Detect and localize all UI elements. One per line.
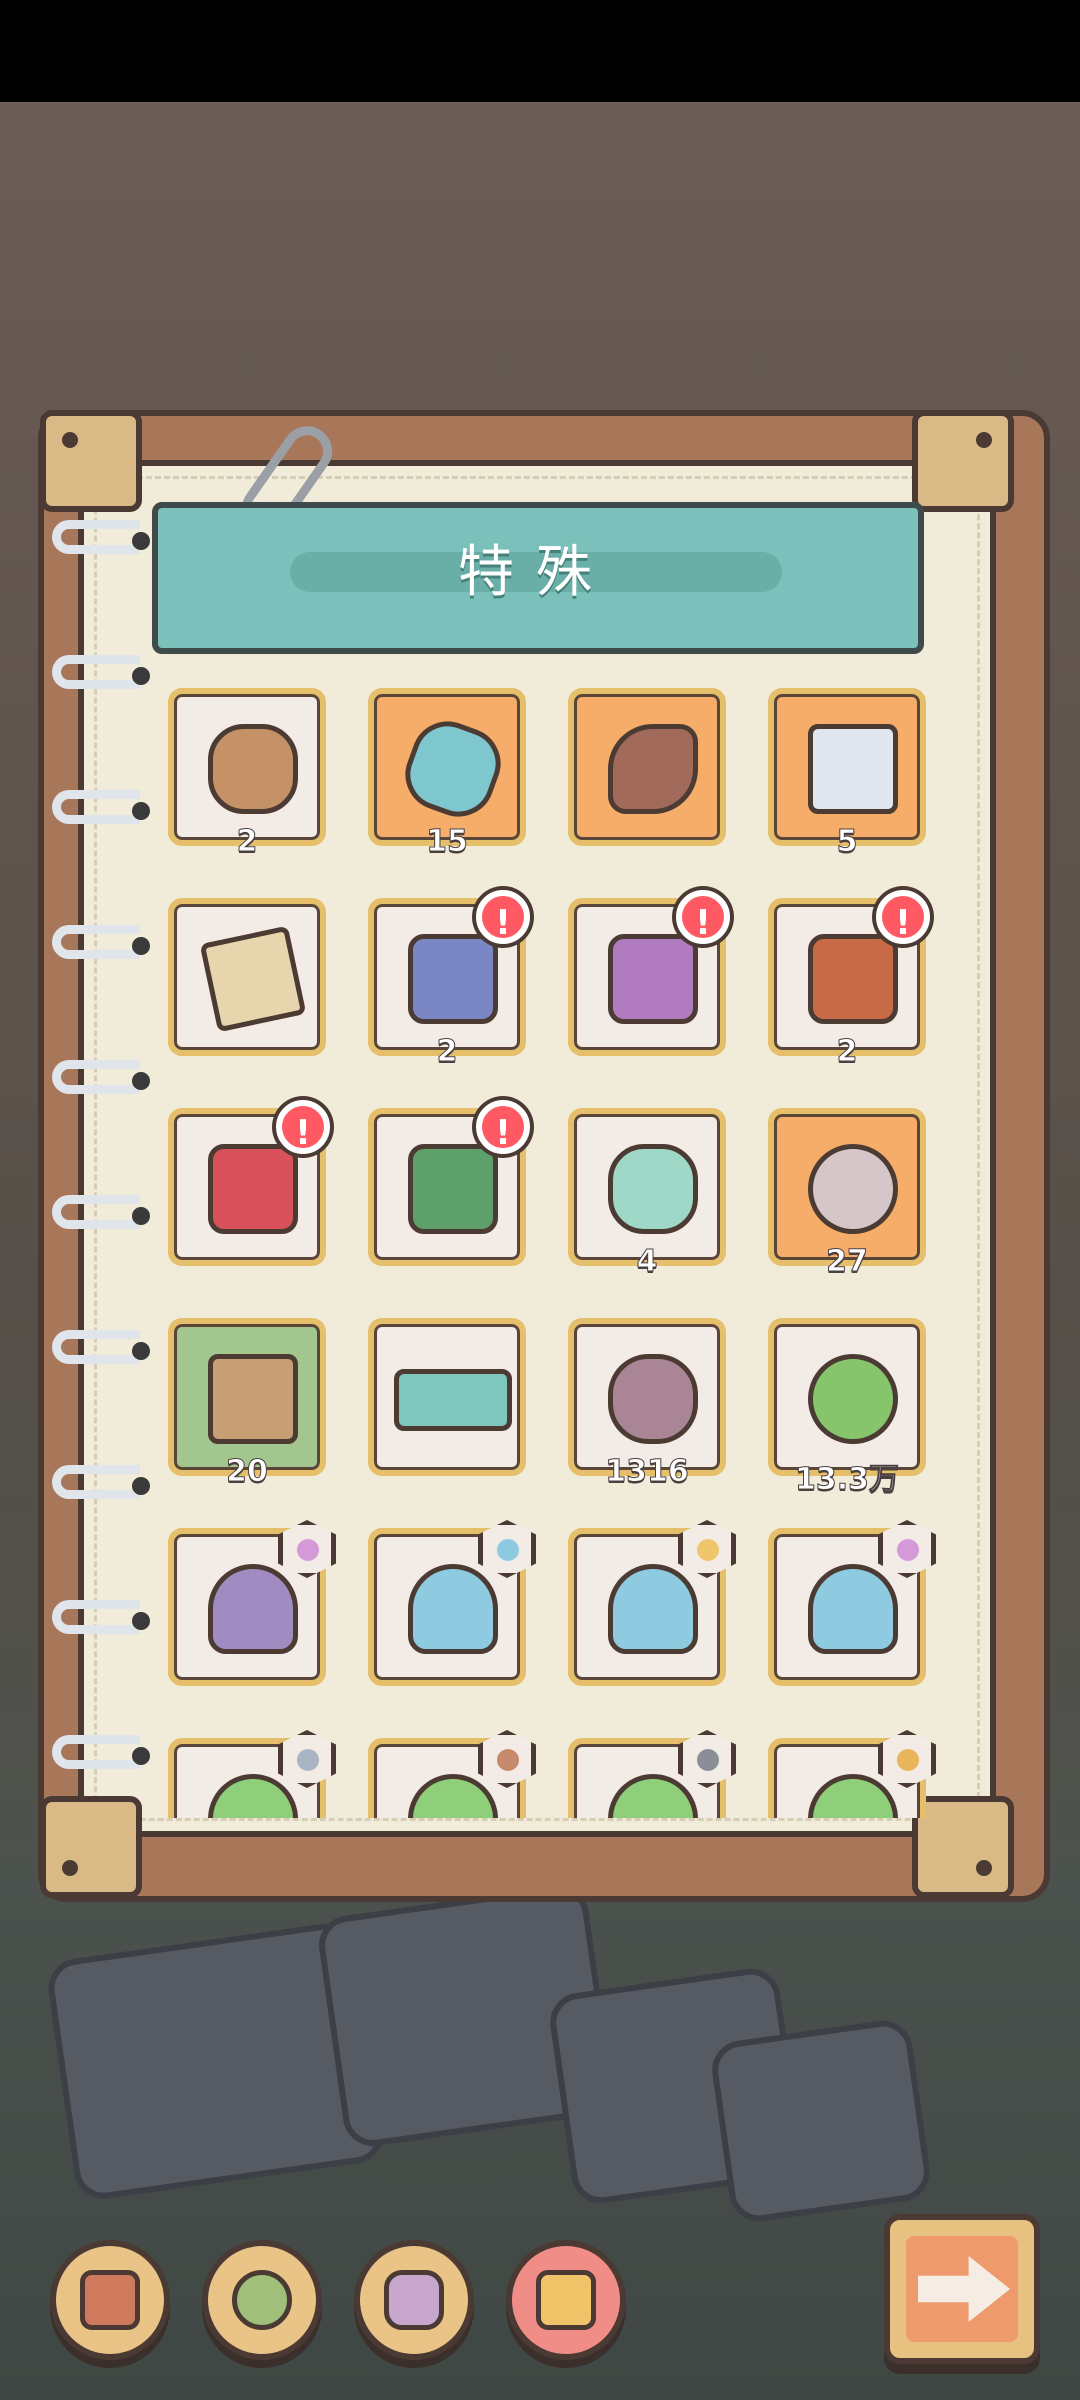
corner-bracket-bottom-left <box>40 1796 142 1898</box>
page-title: 特殊 <box>458 540 614 605</box>
green-blob-icon <box>408 1774 498 1818</box>
map-scroll-icon <box>199 925 307 1033</box>
alert-badge: ! <box>676 890 730 944</box>
item-slot[interactable] <box>768 1108 926 1266</box>
branch-icon <box>232 2270 292 2330</box>
binder-ring <box>52 1600 150 1634</box>
item-slot[interactable] <box>568 688 726 846</box>
item-slot[interactable] <box>168 1318 326 1476</box>
binder-ring <box>52 1060 150 1094</box>
next-arrow-button[interactable] <box>884 2214 1040 2364</box>
blue-mushroom-icon <box>608 1564 698 1654</box>
binder-ring <box>52 520 150 554</box>
item-count: 4 <box>636 1244 658 1280</box>
green-blob-icon <box>608 1774 698 1818</box>
binder-ring <box>52 1735 150 1769</box>
green-blob-icon <box>208 1774 298 1818</box>
alert-badge: ! <box>876 890 930 944</box>
lantern-jar-icon <box>608 1144 698 1234</box>
item-count: 2 <box>836 1034 858 1070</box>
mushroom-potion-icon <box>808 1354 898 1444</box>
rock <box>708 2016 934 2226</box>
robot-gadget-icon <box>395 711 511 827</box>
red-can-icon <box>208 1144 298 1234</box>
binder-ring <box>52 925 150 959</box>
item-slot[interactable] <box>568 1318 726 1476</box>
item-count: 27 <box>826 1244 869 1280</box>
binder-ring <box>52 790 150 824</box>
item-count: 20 <box>226 1454 269 1490</box>
binder-ring <box>52 655 150 689</box>
item-count: 5 <box>836 824 858 860</box>
binder-ring <box>52 1465 150 1499</box>
item-slot[interactable] <box>368 688 526 846</box>
item-count: 13.3万 <box>794 1462 900 1498</box>
blue-mushroom-icon <box>408 1564 498 1654</box>
alert-badge: ! <box>276 1100 330 1154</box>
item-slot[interactable] <box>768 1318 926 1476</box>
item-grid: 2 15 5 ! 2 ! ! 2 ! ! 4 27 20 1316 13.3万 <box>160 680 940 1818</box>
binder-ring <box>52 1195 150 1229</box>
plant-tab[interactable] <box>202 2240 322 2360</box>
backpack-tab[interactable] <box>50 2240 170 2360</box>
corner-bracket-top-left <box>40 410 142 512</box>
item-slot[interactable] <box>368 1318 526 1476</box>
binder-ring <box>52 1330 150 1364</box>
gear-tab[interactable] <box>354 2240 474 2360</box>
green-blob-icon <box>808 1774 898 1818</box>
status-bar <box>0 0 1080 102</box>
backpack-icon <box>80 2270 140 2330</box>
treasure-chest-icon <box>536 2270 596 2330</box>
poop-icon <box>208 724 298 814</box>
item-slot[interactable] <box>768 688 926 846</box>
orange-can-icon <box>808 934 898 1024</box>
item-slot[interactable] <box>568 1108 726 1266</box>
blue-can-icon <box>408 934 498 1024</box>
ticket-card-icon <box>394 1369 512 1431</box>
snack-bag-icon <box>808 724 898 814</box>
purple-mushroom-icon <box>208 1564 298 1654</box>
coin-pouch-icon <box>608 1354 698 1444</box>
item-count: 2 <box>236 824 258 860</box>
seed-bag-icon <box>208 1354 298 1444</box>
blue-mushroom-icon <box>808 1564 898 1654</box>
gear-skull-icon <box>384 2270 444 2330</box>
item-count: 2 <box>436 1034 458 1070</box>
chest-tab[interactable] <box>506 2240 626 2360</box>
spotted-orb-icon <box>808 1144 898 1234</box>
item-slot[interactable] <box>168 898 326 1056</box>
alert-badge: ! <box>476 890 530 944</box>
item-count: 15 <box>426 824 469 860</box>
root-vegetable-icon <box>608 724 698 814</box>
corner-bracket-top-right <box>912 410 1014 512</box>
alert-badge: ! <box>476 1100 530 1154</box>
item-count: 1316 <box>605 1454 690 1490</box>
purple-can-icon <box>608 934 698 1024</box>
green-can-icon <box>408 1144 498 1234</box>
item-slot[interactable] <box>168 688 326 846</box>
